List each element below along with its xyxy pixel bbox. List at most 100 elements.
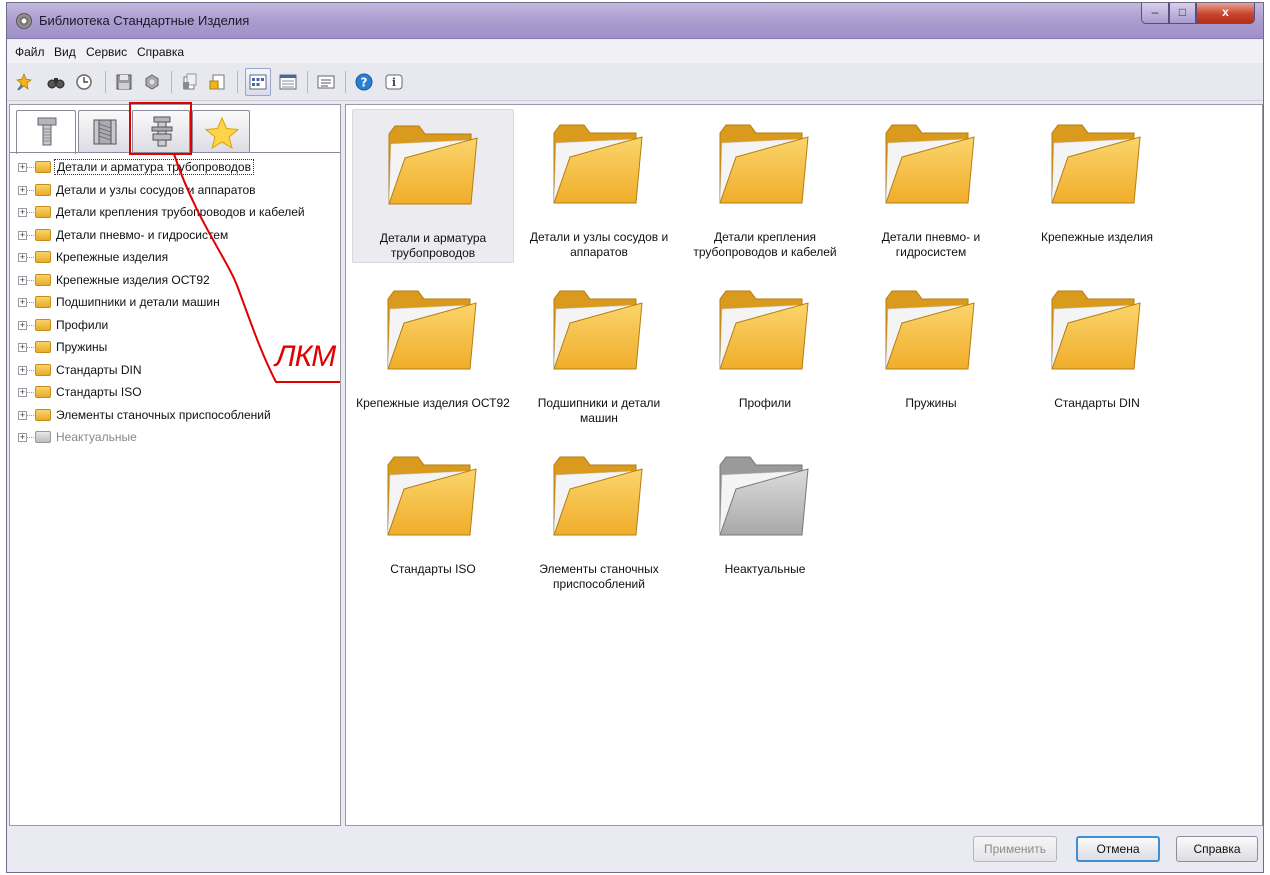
tree-connector <box>27 324 34 326</box>
expand-icon[interactable]: + <box>18 320 27 330</box>
tree-item[interactable]: + Стандарты ISO <box>14 382 340 405</box>
tree-item[interactable]: + Детали крепления трубопроводов и кабеле… <box>14 202 340 225</box>
tab-fastener-assemblies[interactable] <box>132 110 190 152</box>
folder-icon <box>35 408 51 421</box>
window-title: Библиотека Стандартные Изделия <box>39 13 250 28</box>
folder-icon <box>35 363 51 376</box>
expand-icon[interactable]: + <box>18 230 27 240</box>
tree-item[interactable]: + Элементы станочных приспособлений <box>14 405 340 428</box>
toolbar: ? i <box>7 63 1263 101</box>
tree-item-label: Крепежные изделия <box>56 250 169 264</box>
list-view-icon[interactable] <box>317 73 335 91</box>
folder-label: Стандарты ISO <box>390 562 476 576</box>
folder-tile[interactable]: Крепежные изделия <box>1016 109 1178 263</box>
folder-icon <box>553 290 643 370</box>
folder-tile[interactable]: Профили <box>684 275 846 429</box>
folder-icon <box>719 290 809 370</box>
apply-button[interactable]: Применить <box>973 836 1057 862</box>
menu-view[interactable]: Вид <box>54 45 76 59</box>
fastener-assembly-tab-icon <box>151 116 173 147</box>
tree-item-label: Детали пневмо- и гидросистем <box>56 227 229 242</box>
tab-strip-border <box>10 152 340 153</box>
folder-icon <box>35 296 51 308</box>
folder-icon <box>35 431 51 443</box>
tree-connector <box>27 189 34 191</box>
gray-folder-icon <box>719 456 809 536</box>
help-button[interactable]: Справка <box>1176 836 1258 862</box>
dialog-buttons: Применить Отмена Справка <box>7 829 1263 873</box>
expand-icon[interactable]: + <box>18 388 27 397</box>
tree-item[interactable]: + Крепежные изделия <box>14 247 340 270</box>
folder-tile[interactable]: Крепежные изделия ОСТ92 <box>352 275 514 429</box>
export-document-icon[interactable] <box>209 73 227 91</box>
star-tab-icon <box>205 117 239 149</box>
folder-tile[interactable]: Стандарты ISO <box>352 441 514 595</box>
folder-tile[interactable]: Неактуальные <box>684 441 846 595</box>
expand-icon[interactable]: + <box>18 253 27 262</box>
tree-connector <box>27 369 34 371</box>
tree-connector <box>27 167 34 168</box>
folder-icon <box>387 290 477 370</box>
tree-connector <box>27 437 34 438</box>
tree-item[interactable]: + Подшипники и детали машин <box>14 292 340 315</box>
pin-icon[interactable] <box>15 73 33 91</box>
maximize-button[interactable]: □ <box>1169 3 1196 24</box>
nut-icon[interactable] <box>143 73 161 91</box>
tree-item-label: Крепежные изделия ОСТ92 <box>56 272 210 287</box>
tree-item[interactable]: + Детали и узлы сосудов и аппаратов <box>14 180 340 203</box>
folder-grid: Детали и арматура трубопроводов Детали и … <box>345 104 1263 826</box>
tree-item[interactable]: + Детали пневмо- и гидросистем <box>14 225 340 248</box>
folder-label: Детали и узлы сосудов и аппаратов <box>529 230 669 259</box>
expand-icon[interactable]: + <box>18 185 27 195</box>
folder-tile[interactable]: Детали и узлы сосудов и аппаратов <box>518 109 680 263</box>
folder-tile[interactable]: Стандарты DIN <box>1016 275 1178 429</box>
expand-icon[interactable]: + <box>18 410 27 420</box>
expand-icon[interactable]: + <box>18 275 27 285</box>
copy-document-icon[interactable] <box>181 73 199 91</box>
folder-label: Неактуальные <box>724 562 806 576</box>
folder-tile[interactable]: Детали крепления трубопроводов и кабелей <box>684 109 846 263</box>
menu-service[interactable]: Сервис <box>86 45 127 59</box>
clock-icon[interactable] <box>75 73 93 91</box>
expand-icon[interactable]: + <box>18 365 27 375</box>
tab-bolts[interactable] <box>16 110 76 154</box>
folder-icon <box>553 456 643 536</box>
title-bar[interactable]: Библиотека Стандартные Изделия – □ x <box>7 3 1263 39</box>
folder-label: Подшипники и детали машин <box>537 396 661 425</box>
close-button[interactable]: x <box>1196 3 1255 24</box>
cancel-button[interactable]: Отмена <box>1076 836 1160 862</box>
folder-tile[interactable]: Детали и арматура трубопроводов <box>352 109 514 263</box>
folder-label: Детали крепления трубопроводов и кабелей <box>693 230 837 259</box>
expand-icon[interactable]: + <box>18 433 27 442</box>
large-icons-view-button[interactable] <box>245 68 271 96</box>
expand-icon[interactable]: + <box>18 208 27 217</box>
binoculars-icon[interactable] <box>47 73 65 91</box>
save-icon[interactable] <box>115 73 133 91</box>
folder-tile[interactable]: Детали пневмо- и гидросистем <box>850 109 1012 263</box>
small-icons-view-icon[interactable] <box>279 73 297 91</box>
folder-label: Пружины <box>905 396 957 410</box>
folder-tile[interactable]: Подшипники и детали машин <box>518 275 680 429</box>
tree-item[interactable]: + Детали и арматура трубопроводов <box>14 157 340 180</box>
tab-nuts[interactable] <box>78 110 130 152</box>
folder-label: Профили <box>738 396 792 410</box>
help-icon[interactable]: ? <box>355 73 373 91</box>
expand-icon[interactable]: + <box>18 343 27 352</box>
folder-icon <box>885 290 975 370</box>
folder-icon <box>35 341 51 353</box>
toolbar-separator <box>345 71 346 93</box>
expand-icon[interactable]: + <box>18 163 27 172</box>
folder-label: Детали и арматура трубопроводов <box>379 231 487 260</box>
folder-tile[interactable]: Элементы станочных приспособлений <box>518 441 680 595</box>
menu-file[interactable]: Файл <box>15 45 45 59</box>
menu-help[interactable]: Справка <box>137 45 184 59</box>
minimize-button[interactable]: – <box>1141 3 1169 24</box>
folder-icon <box>35 161 51 173</box>
tree-item[interactable]: + Неактуальные <box>14 427 340 450</box>
tab-favorites[interactable] <box>192 110 250 152</box>
tree-item[interactable]: + Профили <box>14 315 340 338</box>
expand-icon[interactable]: + <box>18 298 27 307</box>
tree-item[interactable]: + Крепежные изделия ОСТ92 <box>14 270 340 293</box>
info-icon[interactable]: i <box>385 73 403 91</box>
folder-tile[interactable]: Пружины <box>850 275 1012 429</box>
